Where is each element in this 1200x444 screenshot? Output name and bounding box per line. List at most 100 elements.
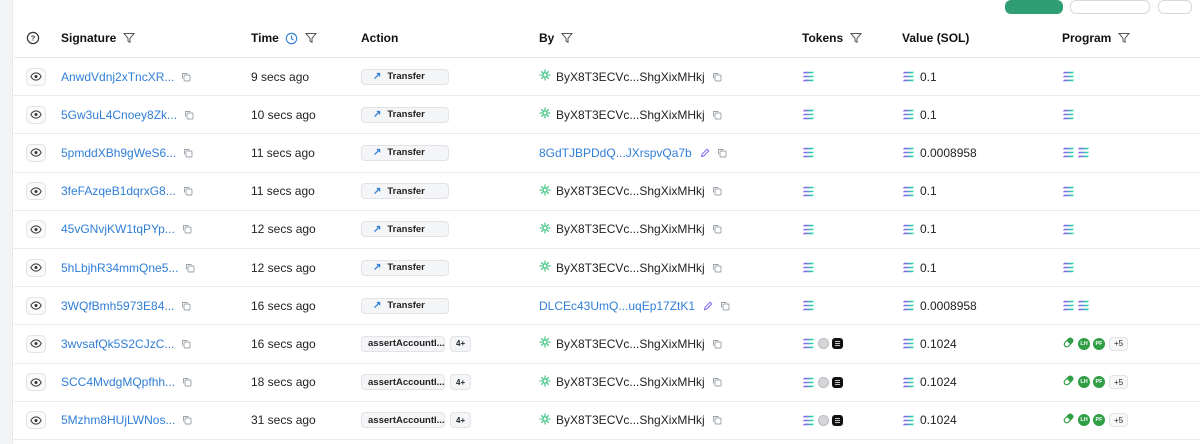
signature-link[interactable]: 3wvsafQk5S2CJzC... [61,337,174,351]
eye-icon[interactable] [26,296,46,315]
by-address[interactable]: ByX8T3ECVc...ShgXixMHkj [556,375,705,389]
solana-program-icon[interactable] [1077,300,1090,311]
solana-token-icon[interactable] [802,147,815,158]
solana-token-icon[interactable] [802,300,815,311]
program-badge-icon[interactable]: PF [1093,376,1105,389]
program-badge-icon[interactable]: PF [1093,337,1105,350]
signature-link[interactable]: 45vGNvjKW1tqPYp... [61,222,175,236]
by-address[interactable]: ByX8T3ECVc...ShgXixMHkj [556,108,705,122]
action-badge[interactable]: assertAccountI... [361,374,445,391]
copy-icon[interactable] [182,415,192,425]
copy-icon[interactable] [181,72,191,82]
signature-link[interactable]: 3WQfBmh5973E84... [61,299,174,313]
filter-icon[interactable] [304,32,317,44]
signature-link[interactable]: 5Gw3uL4Cnoey8Zk... [61,108,177,122]
action-badge[interactable]: ↗ Transfer [361,183,449,200]
pencil-icon[interactable] [700,148,710,158]
copy-icon[interactable] [712,263,722,273]
copy-icon[interactable] [712,110,722,120]
action-badge[interactable]: ↗ Transfer [361,297,449,314]
solana-program-icon[interactable] [1062,109,1075,120]
eye-icon[interactable] [26,411,46,430]
more-programs-badge[interactable]: +5 [1109,375,1129,390]
gray-token-icon[interactable] [818,376,829,388]
eye-icon[interactable] [26,334,46,353]
copy-icon[interactable] [184,110,194,120]
copy-icon[interactable] [185,263,195,273]
action-badge[interactable]: assertAccountI... [361,335,445,352]
copy-icon[interactable] [183,186,193,196]
solana-token-icon[interactable] [802,186,815,197]
more-actions-badge[interactable]: 4+ [450,412,472,429]
copy-icon[interactable] [183,148,193,158]
eye-icon[interactable] [26,220,46,239]
eye-icon[interactable] [26,258,46,277]
eye-icon[interactable] [26,143,46,162]
more-actions-badge[interactable]: 4+ [450,335,472,352]
action-badge[interactable]: assertAccountI... [361,412,445,429]
eye-icon[interactable] [26,182,46,201]
action-badge[interactable]: ↗ Transfer [361,106,449,123]
solana-program-icon[interactable] [1062,224,1075,235]
copy-icon[interactable] [712,415,722,425]
more-options-button[interactable] [1158,0,1192,14]
filter-icon[interactable] [850,32,863,44]
signature-link[interactable]: AnwdVdnj2xTncXR... [61,70,174,84]
copy-icon[interactable] [712,186,722,196]
copy-icon[interactable] [181,301,191,311]
program-badge-icon[interactable]: LH [1078,376,1090,389]
more-programs-badge[interactable]: +5 [1109,336,1129,351]
pill-program-icon[interactable] [1062,336,1075,352]
by-address[interactable]: ByX8T3ECVc...ShgXixMHkj [556,222,705,236]
signature-link[interactable]: 5Mzhm8HUjLWNos... [61,413,175,427]
copy-icon[interactable] [712,224,722,234]
gray-token-icon[interactable] [818,338,829,350]
solana-program-icon[interactable] [1062,186,1075,197]
solana-token-icon[interactable] [802,262,815,273]
copy-icon[interactable] [720,301,730,311]
copy-icon[interactable] [712,339,722,349]
signature-link[interactable]: 3feFAzqeB1dqrxG8... [61,184,176,198]
filter-icon[interactable] [1118,32,1131,44]
action-badge[interactable]: ↗ Transfer [361,259,449,276]
black-token-icon[interactable] [832,414,843,426]
copy-icon[interactable] [182,377,192,387]
program-badge-icon[interactable]: PF [1093,414,1105,427]
solana-program-icon[interactable] [1077,147,1090,158]
action-badge[interactable]: ↗ Transfer [361,68,449,85]
program-badge-icon[interactable]: LH [1078,414,1090,427]
signature-link[interactable]: SCC4MvdgMQpfhh... [61,375,175,389]
eye-icon[interactable] [26,373,46,392]
action-badge[interactable]: ↗ Transfer [361,221,449,238]
by-address-link[interactable]: 8GdTJBPDdQ...JXrspvQa7b [539,146,692,160]
signature-link[interactable]: 5pmddXBh9gWeS6... [61,146,176,160]
by-address[interactable]: ByX8T3ECVc...ShgXixMHkj [556,184,705,198]
filter-icon[interactable] [123,32,136,44]
solana-program-icon[interactable] [1062,262,1075,273]
solana-token-icon[interactable] [802,109,815,120]
copy-icon[interactable] [712,72,722,82]
solana-token-icon[interactable] [802,338,815,349]
action-badge[interactable]: ↗ Transfer [361,144,449,161]
filter-icon[interactable] [561,32,574,44]
primary-action-button[interactable] [1005,0,1063,14]
solana-program-icon[interactable] [1062,147,1075,158]
signature-link[interactable]: 5hLbjhR34mmQne5... [61,261,178,275]
more-programs-badge[interactable]: +5 [1109,413,1129,428]
more-actions-badge[interactable]: 4+ [450,374,472,391]
eye-icon[interactable] [26,67,46,86]
black-token-icon[interactable] [832,338,843,350]
solana-token-icon[interactable] [802,377,815,388]
program-badge-icon[interactable]: LH [1078,337,1090,350]
help-icon[interactable]: ? [26,19,40,57]
pill-program-icon[interactable] [1062,374,1075,390]
black-token-icon[interactable] [832,376,843,388]
by-address[interactable]: ByX8T3ECVc...ShgXixMHkj [556,337,705,351]
gray-token-icon[interactable] [818,414,829,426]
by-address[interactable]: ByX8T3ECVc...ShgXixMHkj [556,70,705,84]
by-address[interactable]: ByX8T3ECVc...ShgXixMHkj [556,413,705,427]
by-address[interactable]: ByX8T3ECVc...ShgXixMHkj [556,261,705,275]
copy-icon[interactable] [717,148,727,158]
solana-token-icon[interactable] [802,224,815,235]
eye-icon[interactable] [26,105,46,124]
